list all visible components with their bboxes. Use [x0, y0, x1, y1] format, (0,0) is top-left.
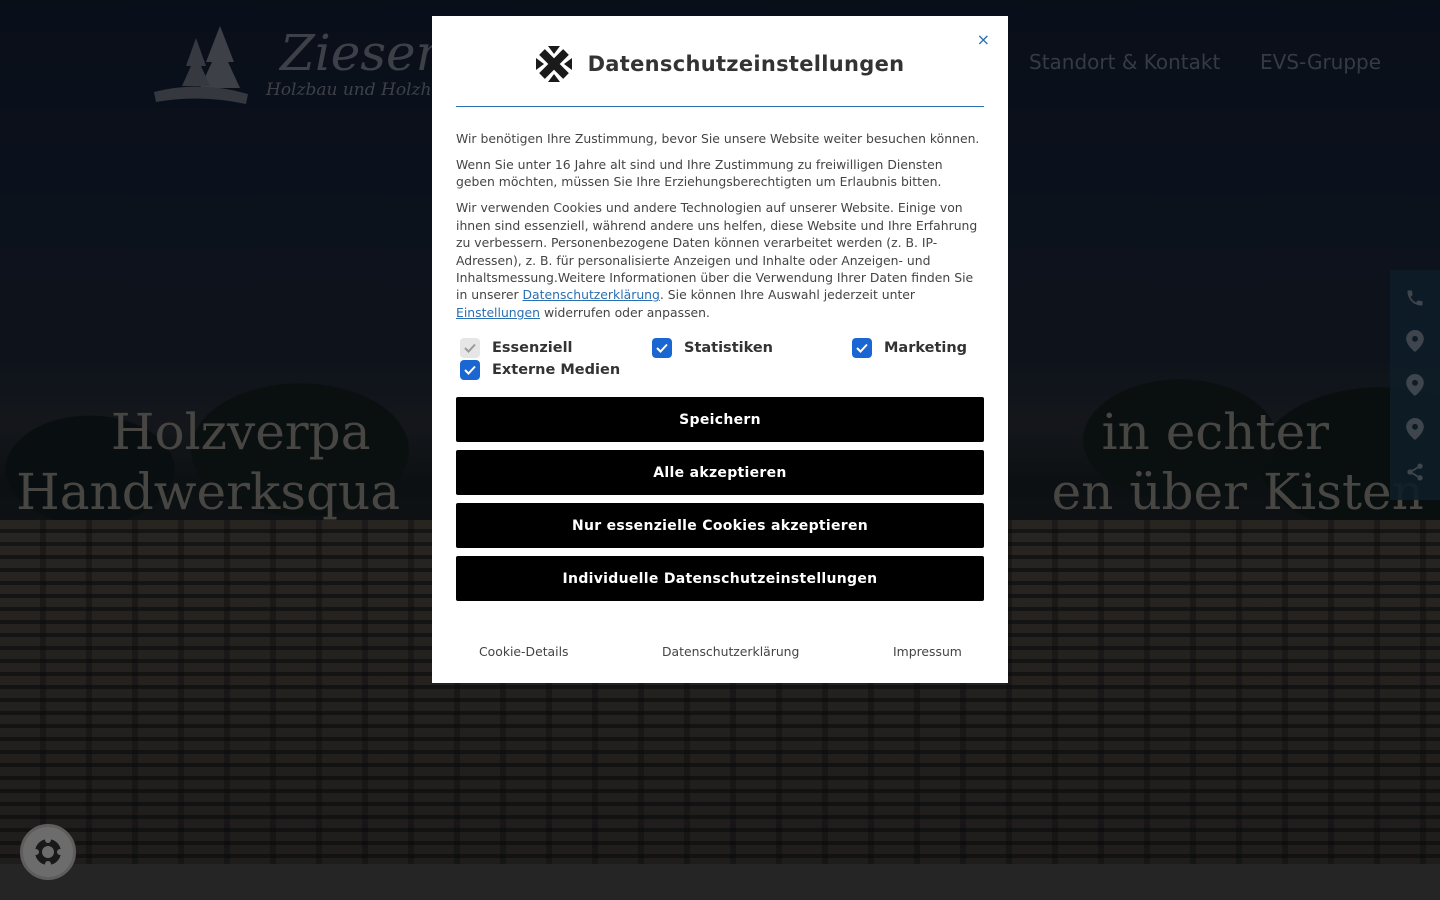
checkbox-statistiken[interactable]: Statistiken	[652, 338, 773, 358]
dialog-divider	[456, 106, 984, 107]
checkbox-externe-medien-label: Externe Medien	[492, 362, 621, 378]
cookie-details-link[interactable]: Cookie-Details	[479, 644, 568, 659]
checkbox-essenziell-box[interactable]	[460, 338, 480, 358]
privacy-policy-footer-link[interactable]: Datenschutzerklärung	[662, 644, 799, 659]
checkbox-essenziell[interactable]: Essenziell	[460, 338, 573, 358]
checkbox-externe-medien-box[interactable]	[460, 360, 480, 380]
checkbox-marketing-label: Marketing	[884, 340, 968, 356]
dialog-footer-links: Cookie-Details Datenschutzerklärung Impr…	[456, 644, 984, 662]
checkbox-marketing-box[interactable]	[852, 338, 872, 358]
consent-paragraph-2: Wenn Sie unter 16 Jahre alt sind und Ihr…	[456, 157, 943, 190]
dialog-header: Datenschutzeinstellungen	[456, 46, 984, 82]
accept-essential-button[interactable]: Nur essenzielle Cookies akzeptieren	[456, 503, 984, 548]
consent-checkbox-group: Essenziell Statistiken Marketing Externe…	[456, 338, 984, 382]
checkbox-statistiken-box[interactable]	[652, 338, 672, 358]
checkbox-essenziell-label: Essenziell	[492, 340, 573, 356]
save-button[interactable]: Speichern	[456, 397, 984, 442]
dialog-title: Datenschutzeinstellungen	[587, 52, 905, 76]
checkbox-statistiken-label: Statistiken	[684, 340, 774, 356]
dialog-body: Wir benötigen Ihre Zustimmung, bevor Sie…	[456, 130, 984, 330]
checkbox-externe-medien[interactable]: Externe Medien	[460, 360, 620, 380]
settings-link[interactable]: Einstellungen	[456, 305, 540, 320]
site-logo-icon	[535, 46, 572, 82]
consent-paragraph-1: Wir benötigen Ihre Zustimmung, bevor Sie…	[456, 131, 980, 146]
privacy-policy-link[interactable]: Datenschutzerklärung	[523, 287, 660, 302]
accept-all-button[interactable]: Alle akzeptieren	[456, 450, 984, 495]
privacy-settings-dialog: × Datenschutzeinstellungen Wir benötigen…	[432, 16, 1008, 683]
imprint-link[interactable]: Impressum	[893, 644, 962, 659]
individual-settings-button[interactable]: Individuelle Datenschutzeinstellungen	[456, 556, 984, 601]
checkbox-marketing[interactable]: Marketing	[852, 338, 967, 358]
consent-paragraph-3: Wir verwenden Cookies und andere Technol…	[456, 200, 978, 320]
